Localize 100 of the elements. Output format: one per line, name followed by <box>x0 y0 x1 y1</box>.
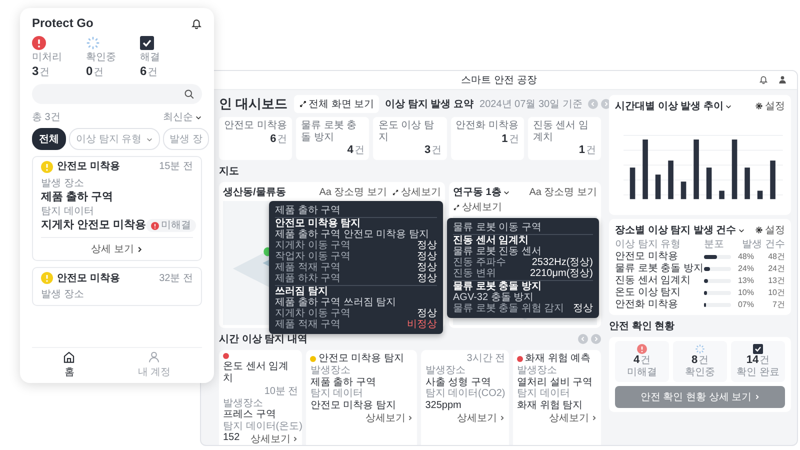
field-label: 탐지 데이터 <box>310 388 364 400</box>
checkbox-icon <box>140 36 154 50</box>
tooltip-status: 정상 <box>417 251 437 262</box>
field-label: 발생 장소 <box>41 289 85 301</box>
field-value: 제품 출하 구역 <box>41 190 114 204</box>
column-header: 발생 건수 <box>741 239 785 251</box>
detail-link[interactable]: 상세 보기 <box>91 242 143 256</box>
bar <box>680 182 686 200</box>
alert-time: 32분 전 <box>159 272 193 284</box>
chevron-down-icon <box>195 114 202 121</box>
tooltip-status: 비정상 <box>407 319 437 330</box>
bar <box>744 168 750 200</box>
detail-link[interactable]: 상세보기 <box>365 411 414 425</box>
map-title[interactable]: 생산동/물류동 <box>223 185 286 199</box>
tooltip-subtitle: 제품 출하 구역 쓰러짐 탐지 <box>275 297 398 308</box>
alert-title: 안전모 미착용 <box>57 161 120 173</box>
bar <box>642 140 648 200</box>
tooltip-area: 제품 출하 구역 <box>275 205 437 216</box>
detail-link[interactable]: 상세보기 <box>453 200 502 214</box>
table-cell-text: 진동 센서 임계치 <box>615 275 692 287</box>
settings-button[interactable]: 설정 <box>755 223 785 237</box>
detail-link[interactable]: 상세보기 <box>392 185 441 199</box>
tooltip-status: 2532Hz(정상) <box>532 257 593 268</box>
filter-chip[interactable]: 전체 <box>32 128 66 150</box>
detail-link[interactable]: 상세보기 <box>549 411 597 425</box>
person-icon <box>148 351 160 363</box>
chevron-right-icon <box>499 415 506 421</box>
search-field[interactable] <box>32 84 202 104</box>
app-title: Protect Go <box>32 16 94 30</box>
expand-icon <box>392 188 399 196</box>
table-cell-text: 안전모 미착용 <box>615 251 679 263</box>
field-value: 열처리 설비 구역 <box>517 376 594 388</box>
alert-icon <box>32 36 46 50</box>
detail-link[interactable]: 상세보기 <box>457 411 506 425</box>
chevron-right-icon <box>136 246 143 253</box>
column-header: 이상 탐지 유형 <box>615 239 682 251</box>
tooltip-title: 진동 센서 임계치 <box>453 235 530 246</box>
table-cell-text: 13건 <box>767 276 785 286</box>
settings-button[interactable]: 설정 <box>755 99 785 113</box>
bar <box>655 174 661 200</box>
chevron-down-icon <box>738 226 746 234</box>
table-cell-text: 24% <box>736 264 754 274</box>
bar <box>668 160 674 200</box>
summary-count: 1건 <box>578 143 596 157</box>
spinner-icon <box>86 36 100 50</box>
user-icon[interactable] <box>778 75 787 84</box>
tooltip-status: 정상 <box>417 262 437 273</box>
status-label: 확인중 <box>685 367 715 380</box>
chevron-right-icon <box>591 415 597 421</box>
settings-icon <box>755 226 763 234</box>
place-name-toggle[interactable]: Aa 장소명 보기 <box>319 185 387 199</box>
previous-button[interactable] <box>588 99 598 109</box>
status-count: 8건 <box>691 354 709 368</box>
status-count: 3건 <box>32 65 50 78</box>
field-label: 탐지 데이터 <box>517 388 571 400</box>
expand-icon <box>453 204 460 210</box>
summary-label: 온도 이상 탐지 <box>378 120 435 143</box>
bar <box>630 168 636 200</box>
field-value: 325ppm <box>425 400 462 411</box>
table-cell-text: 10% <box>736 288 754 298</box>
tooltip-subtitle: AGV-32 충돌 방지 <box>453 292 535 303</box>
field-value: 안전모 미착용 탐지 <box>310 400 396 411</box>
tooltip-title: 물류 로봇 충돌 방지 <box>453 281 542 292</box>
checkbox-icon <box>753 344 763 354</box>
table-cell-text: 48건 <box>767 252 785 262</box>
fullscreen-button[interactable]: 전체 화면 보기 <box>294 95 380 113</box>
alert-time: 10분 전 <box>264 386 298 398</box>
chevron-left-icon <box>580 336 586 342</box>
alert-title: 화재 위험 예측 <box>525 353 591 365</box>
table-cell-text: 48% <box>736 252 754 262</box>
place-name-toggle[interactable]: Aa 장소명 보기 <box>529 185 597 199</box>
alert-time: 15분 전 <box>159 161 193 173</box>
chart-title[interactable]: 시간대별 이상 발생 추이 <box>615 99 732 113</box>
nav-tab[interactable]: 홈 <box>63 351 76 379</box>
summary-label: 진동 센서 임계치 <box>532 120 590 143</box>
table-cell-text: 7건 <box>772 300 785 310</box>
bell-icon[interactable] <box>759 75 768 84</box>
field-label: 탐지 데이터 <box>41 206 95 218</box>
tooltip-title: 안전모 미착용 탐지 <box>275 218 362 229</box>
expand-icon <box>298 100 307 108</box>
previous-button[interactable] <box>578 334 588 344</box>
chevron-down-icon <box>725 102 732 110</box>
chevron-right-icon <box>754 394 760 400</box>
field-label: 발생장소 <box>310 365 352 376</box>
table-title[interactable]: 장소별 이상 탐지 발생 건수 <box>615 223 746 237</box>
settings-icon <box>755 102 763 110</box>
detail-link[interactable]: 상세보기 <box>250 432 298 445</box>
tooltip-label: 지게차 이동 구역 <box>275 240 351 251</box>
table-cell-text: 24건 <box>767 264 785 274</box>
field-value: 사출 성형 구역 <box>425 376 492 388</box>
tooltip-status: 정상 <box>417 240 437 251</box>
bell-icon[interactable] <box>191 18 202 28</box>
result-count: 총 3건 <box>32 111 60 124</box>
alert-time: 3시간 전 <box>466 353 506 365</box>
alert-icon <box>151 222 160 230</box>
warning-icon <box>41 272 53 284</box>
tooltip-label: 진동 주파수 <box>453 257 506 268</box>
next-button[interactable] <box>591 334 601 344</box>
map-title[interactable]: 연구동 1층 <box>453 185 510 199</box>
field-label: 발생장소 <box>517 365 558 376</box>
